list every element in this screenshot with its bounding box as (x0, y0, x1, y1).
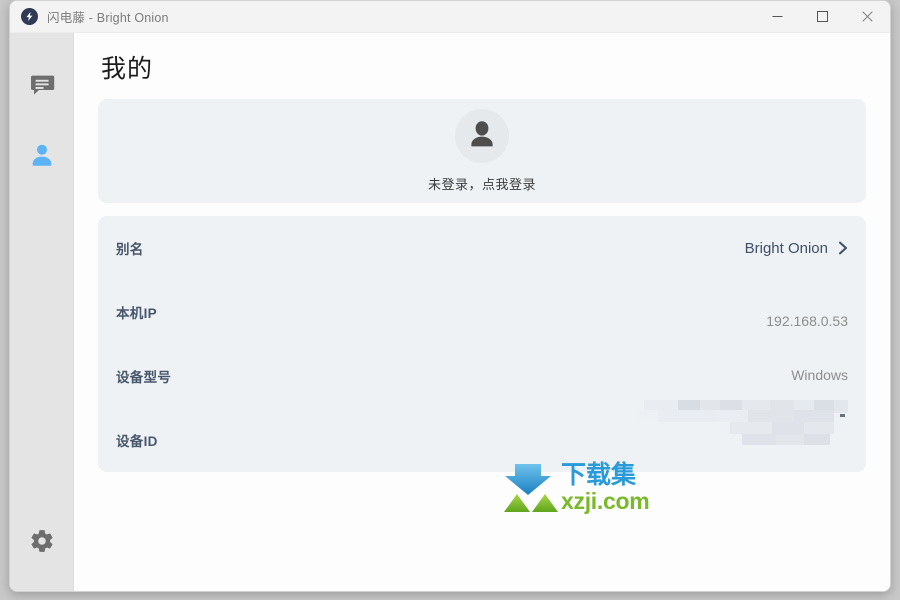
person-silhouette-icon (465, 117, 499, 156)
info-row-alias[interactable]: 别名 Bright Onion (116, 216, 848, 280)
minimize-button[interactable] (755, 1, 800, 33)
info-label-device-id: 设备ID (116, 434, 158, 449)
login-prompt-text: 未登录，点我登录 (427, 177, 536, 192)
close-button[interactable] (845, 1, 890, 33)
sidebar-item-profile[interactable] (18, 133, 66, 181)
page-title: 我的 (101, 55, 154, 83)
account-login-card[interactable]: 未登录，点我登录 (98, 99, 866, 203)
sidebar (10, 33, 74, 591)
info-value-local-ip: 192.168.0.53 (766, 313, 848, 329)
chevron-right-icon (838, 241, 848, 255)
info-label-device-model: 设备型号 (116, 370, 172, 385)
window-controls (755, 1, 890, 33)
window-title: 闪电藤 - Bright Onion (47, 11, 169, 25)
content-area: 我的 未登录，点我登录 别名 Bright Onion 本机IP 192.168… (74, 33, 890, 591)
window-body: 我的 未登录，点我登录 别名 Bright Onion 本机IP 192.168… (10, 33, 890, 591)
info-value-alias: Bright Onion (745, 240, 848, 257)
info-row-local-ip: 本机IP 192.168.0.53 (116, 280, 848, 344)
device-info-card: 别名 Bright Onion 本机IP 192.168.0.53 设备型号 W… (98, 216, 866, 472)
person-icon (29, 142, 55, 173)
info-row-device-id: 设备ID (116, 400, 848, 472)
app-logo-icon (21, 8, 38, 25)
info-value-device-model: Windows (791, 367, 848, 383)
app-window: 闪电藤 - Bright Onion 我的 未登录，点我登录 别名 Bright… (9, 0, 891, 592)
chat-bubble-icon (29, 72, 55, 103)
title-bar[interactable]: 闪电藤 - Bright Onion (10, 1, 890, 33)
watermark-en-text: xzji.com (561, 488, 650, 514)
alias-text: Bright Onion (744, 239, 828, 257)
info-label-local-ip: 本机IP (116, 306, 157, 321)
sidebar-item-chat[interactable] (18, 63, 66, 111)
info-value-device-id-redacted (630, 396, 848, 448)
info-label-alias: 别名 (116, 242, 144, 257)
avatar (455, 109, 509, 163)
maximize-button[interactable] (800, 1, 845, 33)
sidebar-item-settings[interactable] (18, 519, 66, 567)
gear-icon (29, 528, 55, 559)
